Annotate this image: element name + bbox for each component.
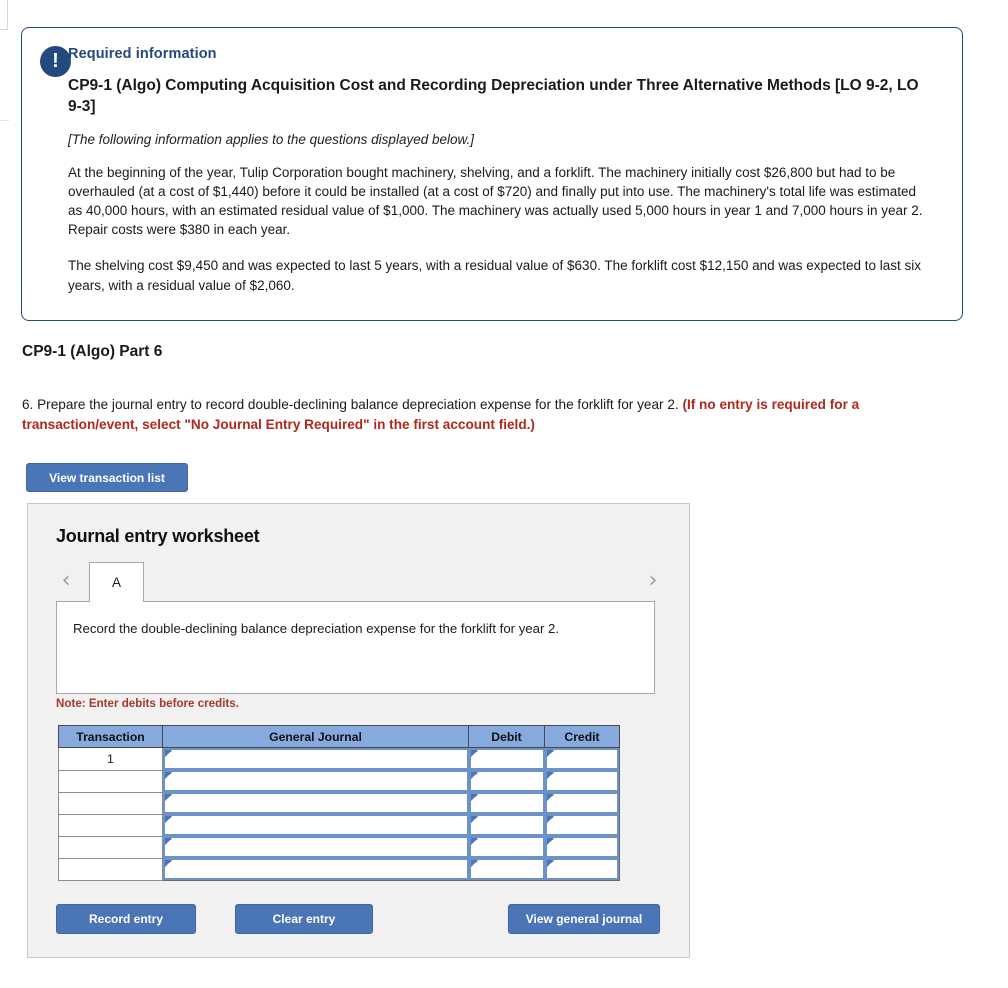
general-journal-input-5[interactable] bbox=[162, 836, 469, 858]
table-row bbox=[58, 813, 620, 837]
clear-entry-button[interactable]: Clear entry bbox=[235, 904, 373, 934]
credit-input-6[interactable] bbox=[544, 858, 620, 881]
worksheet-tab-row: ‹ A › bbox=[56, 560, 663, 602]
problem-title: CP9-1 (Algo) Computing Acquisition Cost … bbox=[68, 77, 919, 116]
problem-subtitle: [The following information applies to th… bbox=[68, 131, 474, 147]
transaction-number-cell bbox=[58, 835, 163, 859]
exclamation-icon: ! bbox=[40, 46, 71, 77]
column-header-transaction: Transaction bbox=[58, 725, 163, 748]
debit-input-6[interactable] bbox=[468, 858, 545, 881]
transaction-number-cell bbox=[58, 857, 163, 881]
question-text-main: 6. Prepare the journal entry to record d… bbox=[22, 397, 683, 412]
table-row bbox=[58, 791, 620, 815]
worksheet-title: Journal entry worksheet bbox=[56, 526, 260, 546]
chevron-right-icon[interactable]: › bbox=[643, 568, 663, 594]
column-header-debit: Debit bbox=[468, 725, 545, 748]
column-header-general-journal: General Journal bbox=[162, 725, 469, 748]
debit-input-2[interactable] bbox=[468, 770, 545, 792]
worksheet-instruction-box: Record the double-declining balance depr… bbox=[56, 601, 655, 694]
debits-before-credits-note: Note: Enter debits before credits. bbox=[56, 697, 239, 710]
general-journal-input-2[interactable] bbox=[162, 770, 469, 792]
required-information-label: Required information bbox=[68, 46, 217, 62]
record-entry-button[interactable]: Record entry bbox=[56, 904, 196, 934]
general-journal-input-3[interactable] bbox=[162, 792, 469, 814]
column-header-credit: Credit bbox=[544, 725, 620, 748]
question-text: 6. Prepare the journal entry to record d… bbox=[22, 395, 964, 434]
debit-input-4[interactable] bbox=[468, 814, 545, 836]
credit-input-3[interactable] bbox=[544, 792, 620, 814]
page-edge-decoration bbox=[0, 0, 8, 30]
worksheet-instruction-text: Record the double-declining balance depr… bbox=[73, 621, 560, 636]
debit-input-3[interactable] bbox=[468, 792, 545, 814]
debit-input-5[interactable] bbox=[468, 836, 545, 858]
worksheet-tab-a[interactable]: A bbox=[89, 562, 144, 602]
problem-paragraph-2: The shelving cost $9,450 and was expecte… bbox=[68, 258, 921, 293]
general-journal-input-1[interactable] bbox=[162, 747, 469, 770]
credit-input-1[interactable] bbox=[544, 747, 620, 770]
journal-entry-worksheet-panel: Journal entry worksheet ‹ A › Record the… bbox=[27, 503, 690, 958]
journal-entry-table: Transaction General Journal Debit Credit… bbox=[58, 725, 620, 881]
view-transaction-list-button[interactable]: View transaction list bbox=[26, 463, 188, 492]
view-general-journal-button[interactable]: View general journal bbox=[508, 904, 660, 934]
table-row bbox=[58, 857, 620, 881]
general-journal-input-4[interactable] bbox=[162, 814, 469, 836]
general-journal-input-6[interactable] bbox=[162, 858, 469, 881]
credit-input-2[interactable] bbox=[544, 770, 620, 792]
credit-input-4[interactable] bbox=[544, 814, 620, 836]
transaction-number-cell bbox=[58, 791, 163, 815]
transaction-number-cell bbox=[58, 769, 163, 793]
table-row: 1 bbox=[58, 747, 620, 771]
page-edge-divider bbox=[0, 120, 9, 121]
part-heading: CP9-1 (Algo) Part 6 bbox=[22, 343, 163, 360]
table-header-row: Transaction General Journal Debit Credit bbox=[58, 725, 620, 748]
transaction-number-cell bbox=[58, 813, 163, 837]
credit-input-5[interactable] bbox=[544, 836, 620, 858]
table-row bbox=[58, 835, 620, 859]
transaction-number-cell: 1 bbox=[58, 747, 163, 771]
required-information-box: ! Required information CP9-1 (Algo) Comp… bbox=[21, 27, 963, 321]
table-row bbox=[58, 769, 620, 793]
problem-paragraph-1: At the beginning of the year, Tulip Corp… bbox=[68, 164, 923, 238]
debit-input-1[interactable] bbox=[468, 747, 545, 770]
chevron-left-icon[interactable]: ‹ bbox=[56, 568, 76, 594]
